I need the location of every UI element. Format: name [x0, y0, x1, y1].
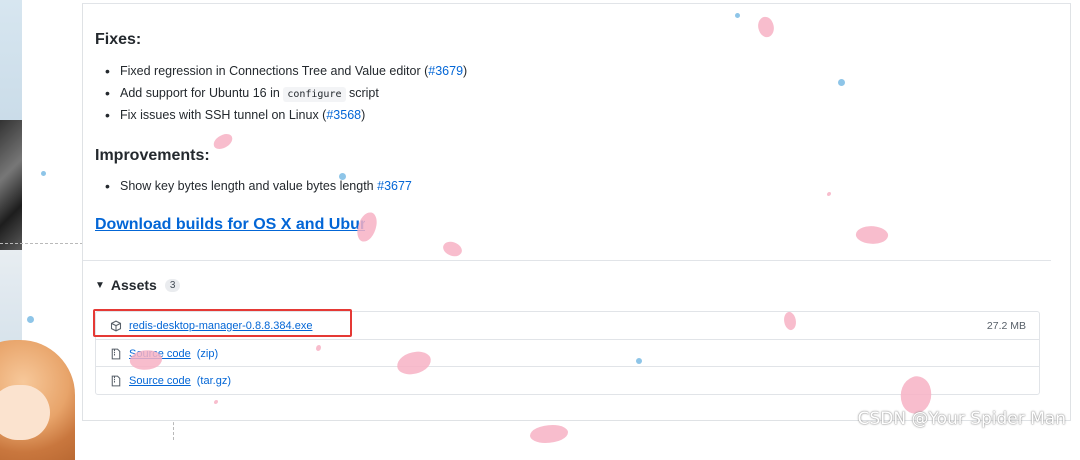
inline-code: configure [283, 87, 346, 102]
dot-decoration [735, 13, 740, 18]
dot-decoration [27, 316, 34, 323]
asset-row: Source code (zip) [96, 339, 1039, 367]
assets-label: Assets [110, 277, 157, 293]
asset-download-link[interactable]: Source code [129, 375, 191, 387]
fixes-list: Fixed regression in Connections Tree and… [102, 60, 467, 126]
file-zip-icon [110, 348, 122, 360]
asset-row: Source code (tar.gz) [96, 366, 1039, 394]
assets-count-badge: 3 [164, 278, 181, 292]
asset-size: 27.2 MB [986, 319, 1026, 332]
dot-decoration [838, 79, 845, 86]
triangle-down-icon: ▼ [95, 279, 105, 291]
issue-link[interactable]: #3568 [326, 108, 361, 122]
watermark: CSDN @Your Spider Man [857, 409, 1066, 429]
list-item: Fixed regression in Connections Tree and… [102, 60, 467, 82]
file-zip-icon [110, 375, 122, 387]
list-item: Show key bytes length and value bytes le… [102, 175, 412, 197]
background-illustration-dark [0, 120, 22, 250]
petal-decoration [530, 425, 568, 443]
asset-format: (zip) [196, 347, 219, 360]
download-builds-link[interactable]: Download builds for OS X and Ubuntu [95, 216, 365, 234]
dot-decoration [636, 358, 642, 364]
section-divider [83, 260, 1051, 261]
list-item: Fix issues with SSH tunnel on Linux (#35… [102, 104, 467, 126]
assets-toggle[interactable]: ▼ Assets 3 [95, 277, 181, 293]
dot-decoration [339, 173, 346, 180]
issue-link[interactable]: #3679 [428, 64, 463, 78]
issue-link[interactable]: #3677 [377, 179, 412, 193]
asset-format: (tar.gz) [196, 374, 231, 387]
dot-decoration [41, 171, 46, 176]
list-item: Add support for Ubuntu 16 in configure s… [102, 82, 467, 104]
improvements-list: Show key bytes length and value bytes le… [102, 175, 412, 197]
annotation-highlight-box [93, 309, 352, 337]
fixes-heading: Fixes: [95, 31, 142, 48]
improvements-heading: Improvements: [95, 147, 210, 164]
